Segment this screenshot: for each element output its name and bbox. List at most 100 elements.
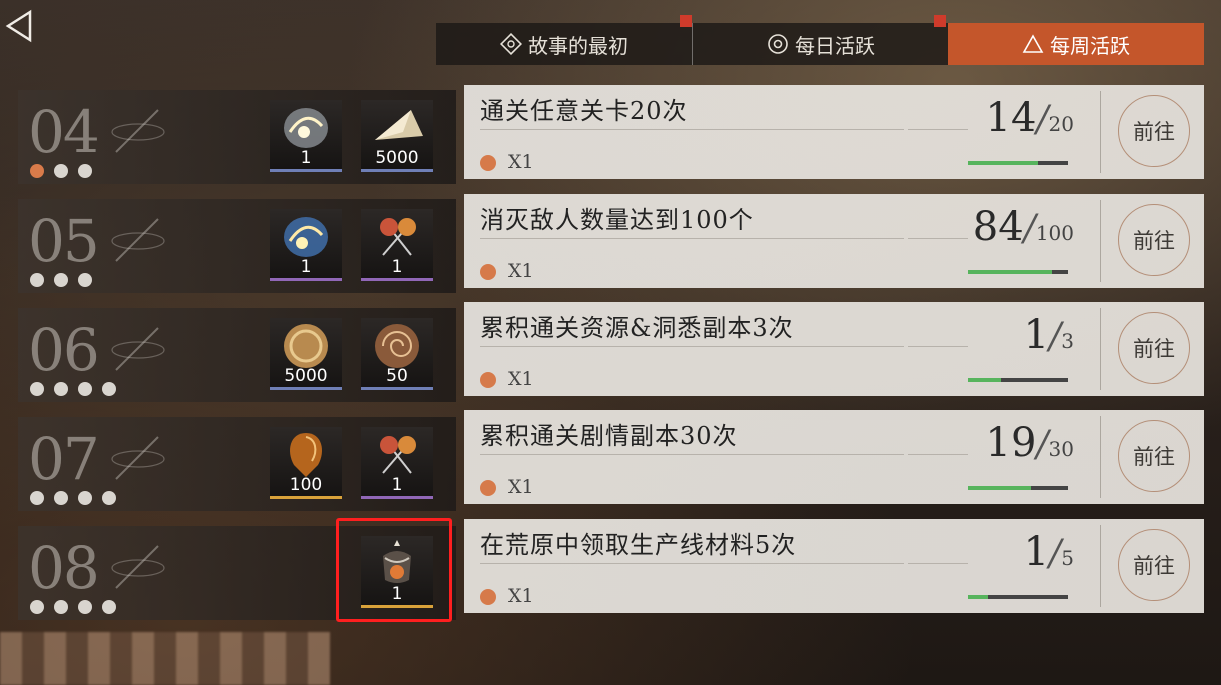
reward-dot-icon [480,155,496,171]
progress-slash: / [1036,424,1049,465]
goto-button[interactable]: 前往 [1118,95,1190,167]
gold-coin-icon [284,324,328,368]
goto-button[interactable]: 前往 [1118,312,1190,384]
progress-counter: 14/20 [964,95,1075,141]
rarity-bar [270,496,342,499]
rarity-bar [361,278,433,281]
quest-card: 在荒原中领取生产线材料5次 X1 1/5 前往 [464,519,1204,613]
quest-title: 累积通关资源&洞悉副本3次 [480,314,794,342]
reward-item[interactable]: 1 [270,100,342,172]
reward-item[interactable]: 1 [270,209,342,281]
quest-card: 通关任意关卡20次 X1 14/20 前往 [464,85,1204,179]
tier-dots [30,164,92,178]
reward-quantity: 1 [300,257,312,277]
tier-number: 04 [28,98,100,166]
divider [1100,308,1101,390]
tier-emblem-icon [111,545,165,589]
quest-reward: X1 [508,368,534,390]
quest-title: 在荒原中领取生产线材料5次 [480,531,797,559]
tier-dots [30,273,92,287]
progress-slash: / [1036,99,1049,140]
divider [1100,525,1101,607]
tab-story-beginning[interactable]: 故事的最初 [436,15,692,65]
goto-button[interactable]: 前往 [1118,529,1190,601]
tier-dot [30,600,44,614]
goto-button[interactable]: 前往 [1118,204,1190,276]
tier-dot [78,382,92,396]
divider [480,563,904,564]
rarity-bar [361,496,433,499]
goto-button[interactable]: 前往 [1118,420,1190,492]
blurred-background-region [0,632,330,685]
tab-daily[interactable]: 每日活跃 [692,23,949,65]
tier-dot [30,382,44,396]
reward-tier: 05 1 1 [18,199,456,293]
progress-fill [968,595,988,599]
divider [480,346,904,347]
quest-reward: X1 [508,260,534,282]
reward-tier: 06 5000 50 [18,308,456,402]
reward-item[interactable]: 1 [361,427,433,499]
quest-title: 消灭敌人数量达到100个 [480,206,754,234]
amber-gem-icon [290,433,322,477]
highlight-box [336,518,452,622]
tier-emblem-icon [111,436,165,480]
diamond-target-icon [500,33,522,55]
reward-quantity: 50 [386,366,408,386]
progress-fill [968,161,1038,165]
divider [908,129,968,130]
tier-number: 05 [28,207,100,275]
reward-quantity: 1 [300,148,312,168]
reward-quantity: 5000 [375,148,419,168]
tier-dot [78,600,92,614]
progress-slash: / [1049,316,1062,357]
progress-bar [968,378,1068,382]
tab-weekly[interactable]: 每周活跃 [934,15,1204,65]
divider [1100,91,1101,173]
divider [480,454,904,455]
progress-bar [968,486,1068,490]
rarity-bar [270,387,342,390]
tab-bar: 故事的最初 每日活跃 每周活跃 [436,15,1204,65]
reward-item[interactable]: 5000 [270,318,342,390]
progress-slash: / [1023,208,1036,249]
tier-dot [78,273,92,287]
reward-item[interactable]: 100 [270,427,342,499]
tier-dot [78,491,92,505]
tier-dot [102,382,116,396]
progress-current: 14 [985,95,1037,141]
reward-item[interactable]: 5000 [361,100,433,172]
tier-emblem-icon [111,109,165,153]
tier-dot [78,164,92,178]
crossed-candies-icon [380,218,416,256]
tier-dot [30,491,44,505]
progress-counter: 84/100 [964,204,1074,250]
divider [480,129,904,130]
quest-title: 通关任意关卡20次 [480,97,688,125]
rarity-bar [270,278,342,281]
reward-dot-icon [480,589,496,605]
divider [908,563,968,564]
reward-quantity: 1 [391,475,403,495]
progress-counter: 1/3 [964,312,1074,358]
quest-card: 消灭敌人数量达到100个 X1 84/100 前往 [464,194,1204,288]
progress-current: 19 [985,420,1037,466]
reward-item[interactable]: 50 [361,318,433,390]
quest-reward: X1 [508,585,534,607]
progress-total: 3 [1061,329,1074,353]
reward-dot-icon [480,480,496,496]
tab-label: 每周活跃 [1050,33,1130,58]
tier-dots [30,382,116,396]
progress-bar [968,161,1068,165]
back-button[interactable] [4,8,36,44]
tier-emblem-icon [111,327,165,371]
tier-dot [30,164,44,178]
notification-badge [680,15,692,27]
progress-fill [968,270,1052,274]
reward-item[interactable]: 1 [361,209,433,281]
reward-dot-icon [480,264,496,280]
progress-bar [968,595,1068,599]
tab-label: 每日活跃 [795,33,875,58]
progress-fill [968,486,1032,490]
progress-total: 30 [1048,437,1074,461]
